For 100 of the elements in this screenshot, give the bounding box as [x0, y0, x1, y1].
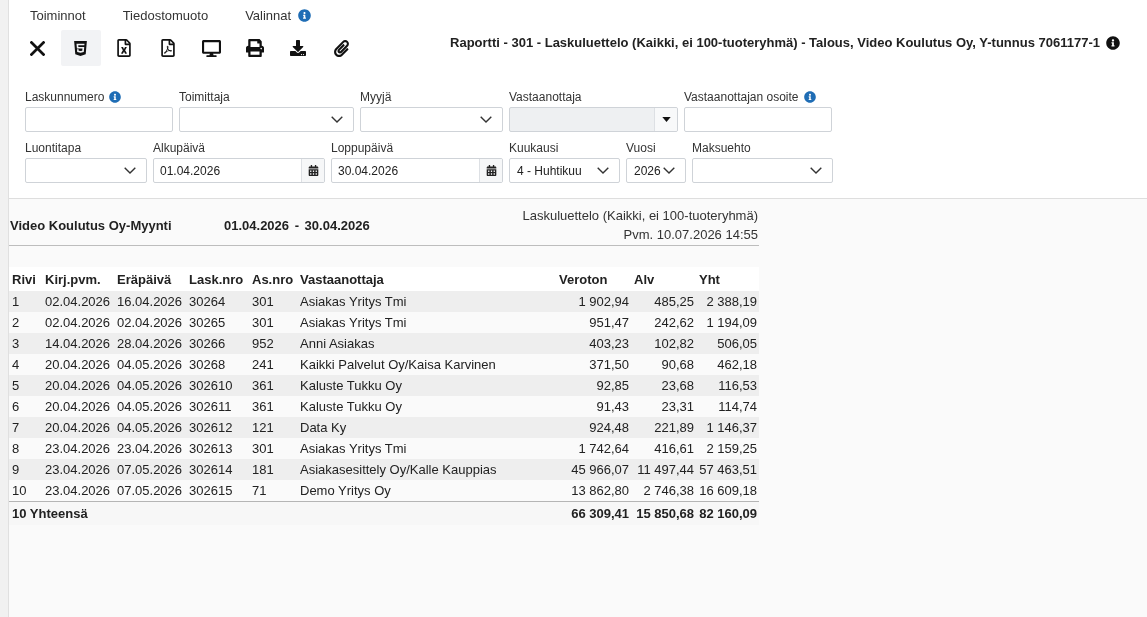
- html5-icon: [72, 39, 89, 57]
- calendar-button[interactable]: [301, 159, 324, 182]
- column-header: Alv: [631, 267, 696, 291]
- calendar-icon: [485, 165, 497, 176]
- column-header: Lask.nro: [186, 267, 249, 291]
- table-cell: Anni Asiakas: [297, 333, 556, 354]
- menu-item[interactable]: Valinnat: [245, 7, 312, 23]
- table-cell: 07.05.2026: [114, 459, 186, 480]
- select-field[interactable]: 2026: [626, 158, 686, 183]
- field-label: Vastaanottajan osoite: [684, 90, 799, 104]
- table-cell: 14.04.2026: [42, 333, 114, 354]
- chevron-down-icon: [597, 167, 609, 174]
- html-button[interactable]: [60, 30, 101, 66]
- table-cell: 361: [249, 375, 297, 396]
- table-cell: 23.04.2026: [114, 438, 186, 459]
- column-header: As.nro: [249, 267, 297, 291]
- close-icon: [29, 40, 45, 56]
- download-icon: [290, 40, 306, 56]
- table-cell: 301: [249, 291, 297, 312]
- text-field[interactable]: [25, 107, 173, 132]
- table-cell: Kaluste Tukku Oy: [297, 375, 556, 396]
- table-cell: 1 902,94: [556, 291, 631, 312]
- select-field[interactable]: 4 - Huhtikuu: [509, 158, 620, 183]
- table-cell: 302615: [186, 480, 249, 502]
- table-cell: 23,68: [631, 375, 696, 396]
- table-cell: 23,31: [631, 396, 696, 417]
- table-cell: 04.05.2026: [114, 354, 186, 375]
- table-cell: 302610: [186, 375, 249, 396]
- table-cell: 4: [9, 354, 42, 375]
- table-cell: 116,53: [696, 375, 759, 396]
- table-cell: 20.04.2026: [42, 417, 114, 438]
- field-label: Vastaanottaja: [509, 90, 582, 104]
- table-cell: 23.04.2026: [42, 459, 114, 480]
- table-cell: Asiakas Yritys Tmi: [297, 291, 556, 312]
- table-cell: 23.04.2026: [42, 438, 114, 459]
- table-cell: 16 609,18: [696, 480, 759, 502]
- table-cell: 20.04.2026: [42, 354, 114, 375]
- table-cell: 102,82: [631, 333, 696, 354]
- calendar-icon: [307, 165, 319, 176]
- table-cell: Demo Yritys Oy: [297, 480, 556, 502]
- table-cell: 241: [249, 354, 297, 375]
- table-cell: 302614: [186, 459, 249, 480]
- table-cell: Asiakas Yritys Tmi: [297, 438, 556, 459]
- table-cell: 2 159,25: [696, 438, 759, 459]
- table-cell: 8: [9, 438, 42, 459]
- calendar-button[interactable]: [479, 159, 502, 182]
- table-cell: 5: [9, 375, 42, 396]
- table-cell: 04.05.2026: [114, 396, 186, 417]
- table-cell: Kaikki Palvelut Oy/Kaisa Karvinen: [297, 354, 556, 375]
- caret-down-icon: [661, 117, 671, 122]
- table-cell: 506,05: [696, 333, 759, 354]
- field-label: Myyjä: [360, 90, 392, 104]
- table-cell: 1: [9, 291, 42, 312]
- chevron-down-icon: [331, 116, 343, 123]
- table-cell: 951,47: [556, 312, 631, 333]
- select-field[interactable]: [360, 107, 503, 132]
- field-label: Vuosi: [626, 141, 656, 155]
- table-cell: 07.05.2026: [114, 480, 186, 502]
- table-cell: 302611: [186, 396, 249, 417]
- table-cell: 485,25: [631, 291, 696, 312]
- table-cell: 361: [249, 396, 297, 417]
- table-cell: 23.04.2026: [42, 480, 114, 502]
- table-cell: 924,48: [556, 417, 631, 438]
- report-period: 01.04.2026 - 30.04.2026: [224, 217, 370, 233]
- menu-item[interactable]: Tiedostomuoto: [122, 7, 209, 23]
- table-cell: 30266: [186, 333, 249, 354]
- table-cell: Kaluste Tukku Oy: [297, 396, 556, 417]
- table-cell: 302612: [186, 417, 249, 438]
- table-cell: 114,74: [696, 396, 759, 417]
- table-cell: 242,62: [631, 312, 696, 333]
- select-field[interactable]: [25, 158, 147, 183]
- table-cell: 462,18: [696, 354, 759, 375]
- total-cell: 66 309,41: [556, 501, 631, 525]
- date-field[interactable]: 30.04.2026: [331, 158, 503, 183]
- table-cell: 2: [9, 312, 42, 333]
- table-cell: Asiakas Yritys Tmi: [297, 312, 556, 333]
- menu-item[interactable]: Toiminnot: [30, 7, 86, 23]
- column-header: Kirj.pvm.: [42, 267, 114, 291]
- select-field[interactable]: [179, 107, 354, 132]
- table-cell: 02.04.2026: [42, 291, 114, 312]
- date-field[interactable]: 01.04.2026: [153, 158, 325, 183]
- chevron-down-icon: [480, 116, 492, 123]
- chevron-down-icon: [124, 167, 136, 174]
- table-cell: 92,85: [556, 375, 631, 396]
- monitor-icon: [201, 38, 221, 58]
- total-cell: 82 160,09: [696, 501, 759, 525]
- report-name: Laskuluettelo (Kaikki, ei 100-tuoteryhmä): [522, 207, 758, 225]
- table-cell: 121: [249, 417, 297, 438]
- table-cell: 28.04.2026: [114, 333, 186, 354]
- table-cell: 90,68: [631, 354, 696, 375]
- field-label: Maksuehto: [692, 141, 751, 155]
- print-date: Pvm. 10.07.2026 14:55: [623, 226, 758, 244]
- table-cell: 1 194,09: [696, 312, 759, 333]
- table-cell: 02.04.2026: [42, 312, 114, 333]
- text-field[interactable]: [684, 107, 832, 132]
- table-cell: 10: [9, 480, 42, 502]
- table-cell: Data Ky: [297, 417, 556, 438]
- table-cell: 3: [9, 333, 42, 354]
- select-field[interactable]: [692, 158, 833, 183]
- table-cell: 16.04.2026: [114, 291, 186, 312]
